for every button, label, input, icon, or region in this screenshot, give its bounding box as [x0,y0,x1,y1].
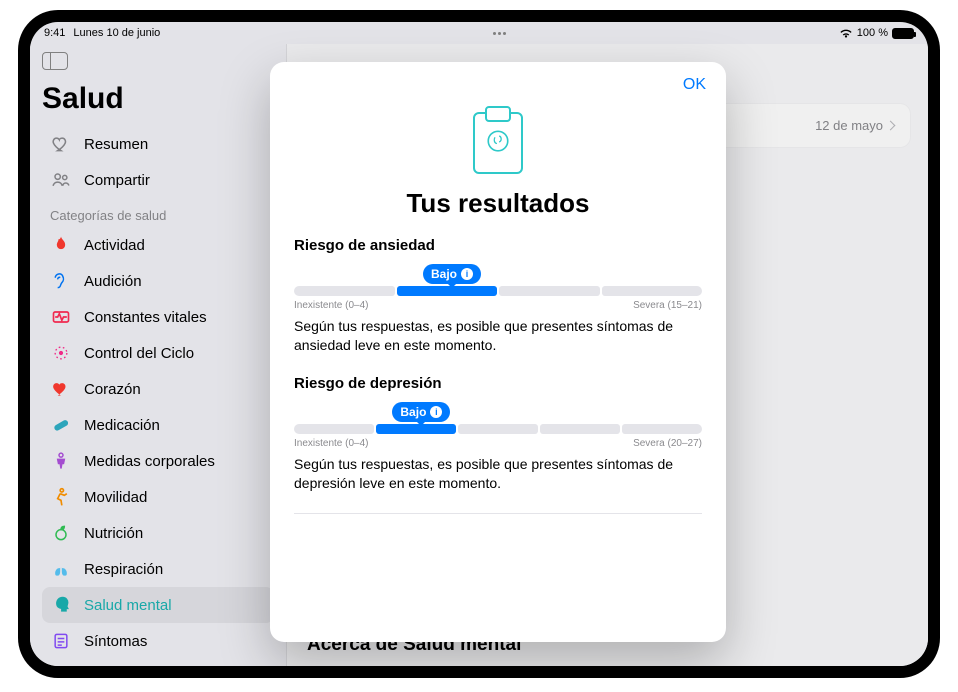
risk-scale-low: Inexistente (0–4) [294,438,369,449]
risk-badge[interactable]: Bajoi [392,402,450,422]
screen: 9:41 Lunes 10 de junio 100 % Salud Resum… [30,22,928,666]
risk-segment [499,286,600,296]
risk-badge-label: Bajo [431,267,457,281]
risk-segment [294,286,395,296]
risk-scale-high: Severa (15–21) [633,300,702,311]
clipboard-brain-icon [473,112,523,174]
risk-scale: Inexistente (0–4) Severa (20–27) [294,438,702,449]
risk-block: Riesgo de depresión Bajoi Inexistente (0–4… [294,375,702,493]
results-modal: OK Tus resultados Riesgo de ansiedad Bajo… [270,62,726,642]
risk-scale: Inexistente (0–4) Severa (15–21) [294,300,702,311]
risk-block: Riesgo de ansiedad Bajoi Inexistente (0–4)… [294,237,702,355]
risk-segment [376,424,456,434]
risk-scale-high: Severa (20–27) [633,438,702,449]
risk-bar [294,286,702,296]
device-frame: 9:41 Lunes 10 de junio 100 % Salud Resum… [18,10,940,678]
risk-scale-low: Inexistente (0–4) [294,300,369,311]
info-icon: i [461,268,473,280]
risk-segment [294,424,374,434]
risk-description: Según tus respuestas, es posible que pre… [294,455,702,493]
risk-segment [602,286,703,296]
risk-segment [458,424,538,434]
modal-title: Tus resultados [406,188,589,219]
risk-title: Riesgo de ansiedad [294,237,702,254]
risk-segment [397,286,498,296]
modal-divider [294,513,702,514]
risk-badge-label: Bajo [400,405,426,419]
risk-badge[interactable]: Bajoi [423,264,481,284]
risk-segment [540,424,620,434]
ok-button[interactable]: OK [683,76,706,94]
modal-hero: Tus resultados [294,112,702,219]
info-icon: i [430,406,442,418]
risk-description: Según tus respuestas, es posible que pre… [294,317,702,355]
risk-bar [294,424,702,434]
risk-segment [622,424,702,434]
risk-title: Riesgo de depresión [294,375,702,392]
